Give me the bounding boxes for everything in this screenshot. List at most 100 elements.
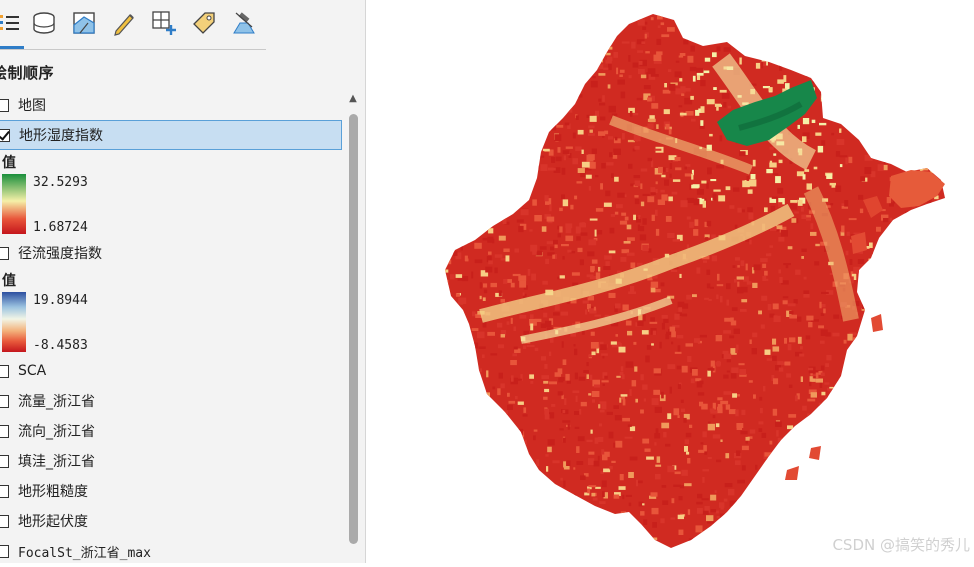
raster-cell <box>472 342 479 349</box>
layer-row-sca[interactable]: SCA <box>0 357 342 385</box>
raster-cell <box>686 197 694 203</box>
raster-cell <box>538 93 544 98</box>
raster-cell <box>799 491 807 498</box>
raster-cell <box>717 273 720 281</box>
raster-cell <box>598 404 601 409</box>
raster-cell <box>541 226 547 232</box>
layer-row-map[interactable]: 地图 <box>0 91 342 119</box>
layer-checkbox[interactable] <box>0 454 9 468</box>
raster-cell <box>619 474 624 481</box>
layer-row-relief[interactable]: 地形起伏度 <box>0 507 342 535</box>
raster-cell <box>616 204 623 209</box>
raster-cell <box>499 484 505 491</box>
raster-cell <box>873 457 877 465</box>
layer-row-focalst[interactable]: FocalSt_浙江省_max <box>0 537 342 563</box>
raster-cell <box>611 14 615 20</box>
raster-cell <box>448 451 456 458</box>
raster-cell <box>717 404 723 409</box>
raster-cell <box>644 547 651 548</box>
layer-checkbox[interactable] <box>0 484 9 498</box>
layer-checkbox[interactable] <box>0 514 9 528</box>
layer-checkbox[interactable] <box>0 246 9 260</box>
layer-row-twi[interactable]: 地形湿度指数 <box>0 120 342 150</box>
raster-cell <box>591 21 599 25</box>
raster-cell <box>845 157 848 165</box>
layer-row-roughness[interactable]: 地形粗糙度 <box>0 477 342 505</box>
raster-cell <box>940 37 945 45</box>
raster-cell <box>512 353 517 357</box>
database-icon[interactable] <box>29 6 59 40</box>
raster-cell <box>554 499 559 503</box>
raster-cell <box>805 54 814 58</box>
raster-cell <box>496 124 503 129</box>
raster-cell <box>458 526 465 532</box>
raster-cell <box>938 163 945 168</box>
scroll-up-arrow[interactable]: ▲ <box>344 90 362 106</box>
raster-cell <box>768 253 772 257</box>
map-view[interactable]: CSDN @搞笑的秀儿 <box>371 0 974 563</box>
raster-cell <box>947 435 952 439</box>
raster-cell <box>507 404 513 410</box>
layer-checkbox[interactable] <box>0 128 10 142</box>
raster-cell <box>714 490 717 494</box>
layer-checkbox[interactable] <box>0 424 9 438</box>
raster-cell <box>495 97 504 102</box>
raster-cell <box>867 25 873 32</box>
raster-cell <box>863 343 869 349</box>
layer-style-icon[interactable] <box>69 6 99 40</box>
raster-cell <box>574 411 580 415</box>
raster-cell <box>465 543 469 546</box>
satellite-icon[interactable] <box>229 6 259 40</box>
label-tag-icon[interactable] <box>189 6 219 40</box>
list-by-drawing-order-icon[interactable] <box>0 6 24 40</box>
layer-row-fill[interactable]: 填洼_浙江省 <box>0 447 342 475</box>
layer-row-spi[interactable]: 径流强度指数 <box>0 239 342 267</box>
raster-cell <box>860 277 865 281</box>
layer-row-flow-accumulation[interactable]: 流量_浙江省 <box>0 387 342 415</box>
raster-cell <box>812 81 819 84</box>
add-grid-icon[interactable] <box>149 6 179 40</box>
raster-cell <box>759 489 764 494</box>
raster-cell <box>640 409 644 414</box>
raster-cell <box>820 425 824 430</box>
layer-checkbox[interactable] <box>0 544 9 558</box>
raster-cell <box>775 515 781 521</box>
raster-cell <box>459 333 463 339</box>
raster-cell <box>845 388 854 391</box>
raster-cell <box>656 456 661 463</box>
raster-cell <box>445 458 453 462</box>
layer-checkbox[interactable] <box>0 98 9 112</box>
raster-cell <box>445 135 450 141</box>
raster-cell <box>454 339 457 344</box>
raster-cell <box>714 549 720 551</box>
raster-cell <box>455 94 463 98</box>
raster-cell <box>544 414 550 420</box>
raster-cell <box>660 518 665 524</box>
edit-pencil-icon[interactable] <box>109 6 139 40</box>
raster-cell <box>888 329 894 336</box>
layer-checkbox[interactable] <box>0 394 9 408</box>
raster-cell <box>676 365 682 370</box>
raster-cell <box>787 533 796 538</box>
raster-cell <box>902 402 905 407</box>
scrollbar-thumb[interactable] <box>349 114 358 544</box>
raster-cell <box>874 277 882 283</box>
raster-cell <box>542 148 550 152</box>
raster-cell <box>620 366 624 372</box>
layer-checkbox[interactable] <box>0 364 9 378</box>
raster-cell <box>594 314 602 317</box>
layer-row-flow-direction[interactable]: 流向_浙江省 <box>0 417 342 445</box>
raster-cell <box>639 234 647 241</box>
raster-cell <box>706 283 711 289</box>
raster-cell <box>547 439 555 446</box>
raster-cell <box>920 507 928 511</box>
raster-cell <box>925 505 934 510</box>
raster-cell <box>926 216 934 220</box>
raster-cell <box>532 104 540 112</box>
raster-cell <box>723 498 728 502</box>
raster-cell <box>471 328 479 331</box>
raster-cell <box>817 145 824 153</box>
raster-cell <box>944 14 945 18</box>
raster-cell <box>511 201 515 204</box>
raster-cell <box>497 514 505 521</box>
